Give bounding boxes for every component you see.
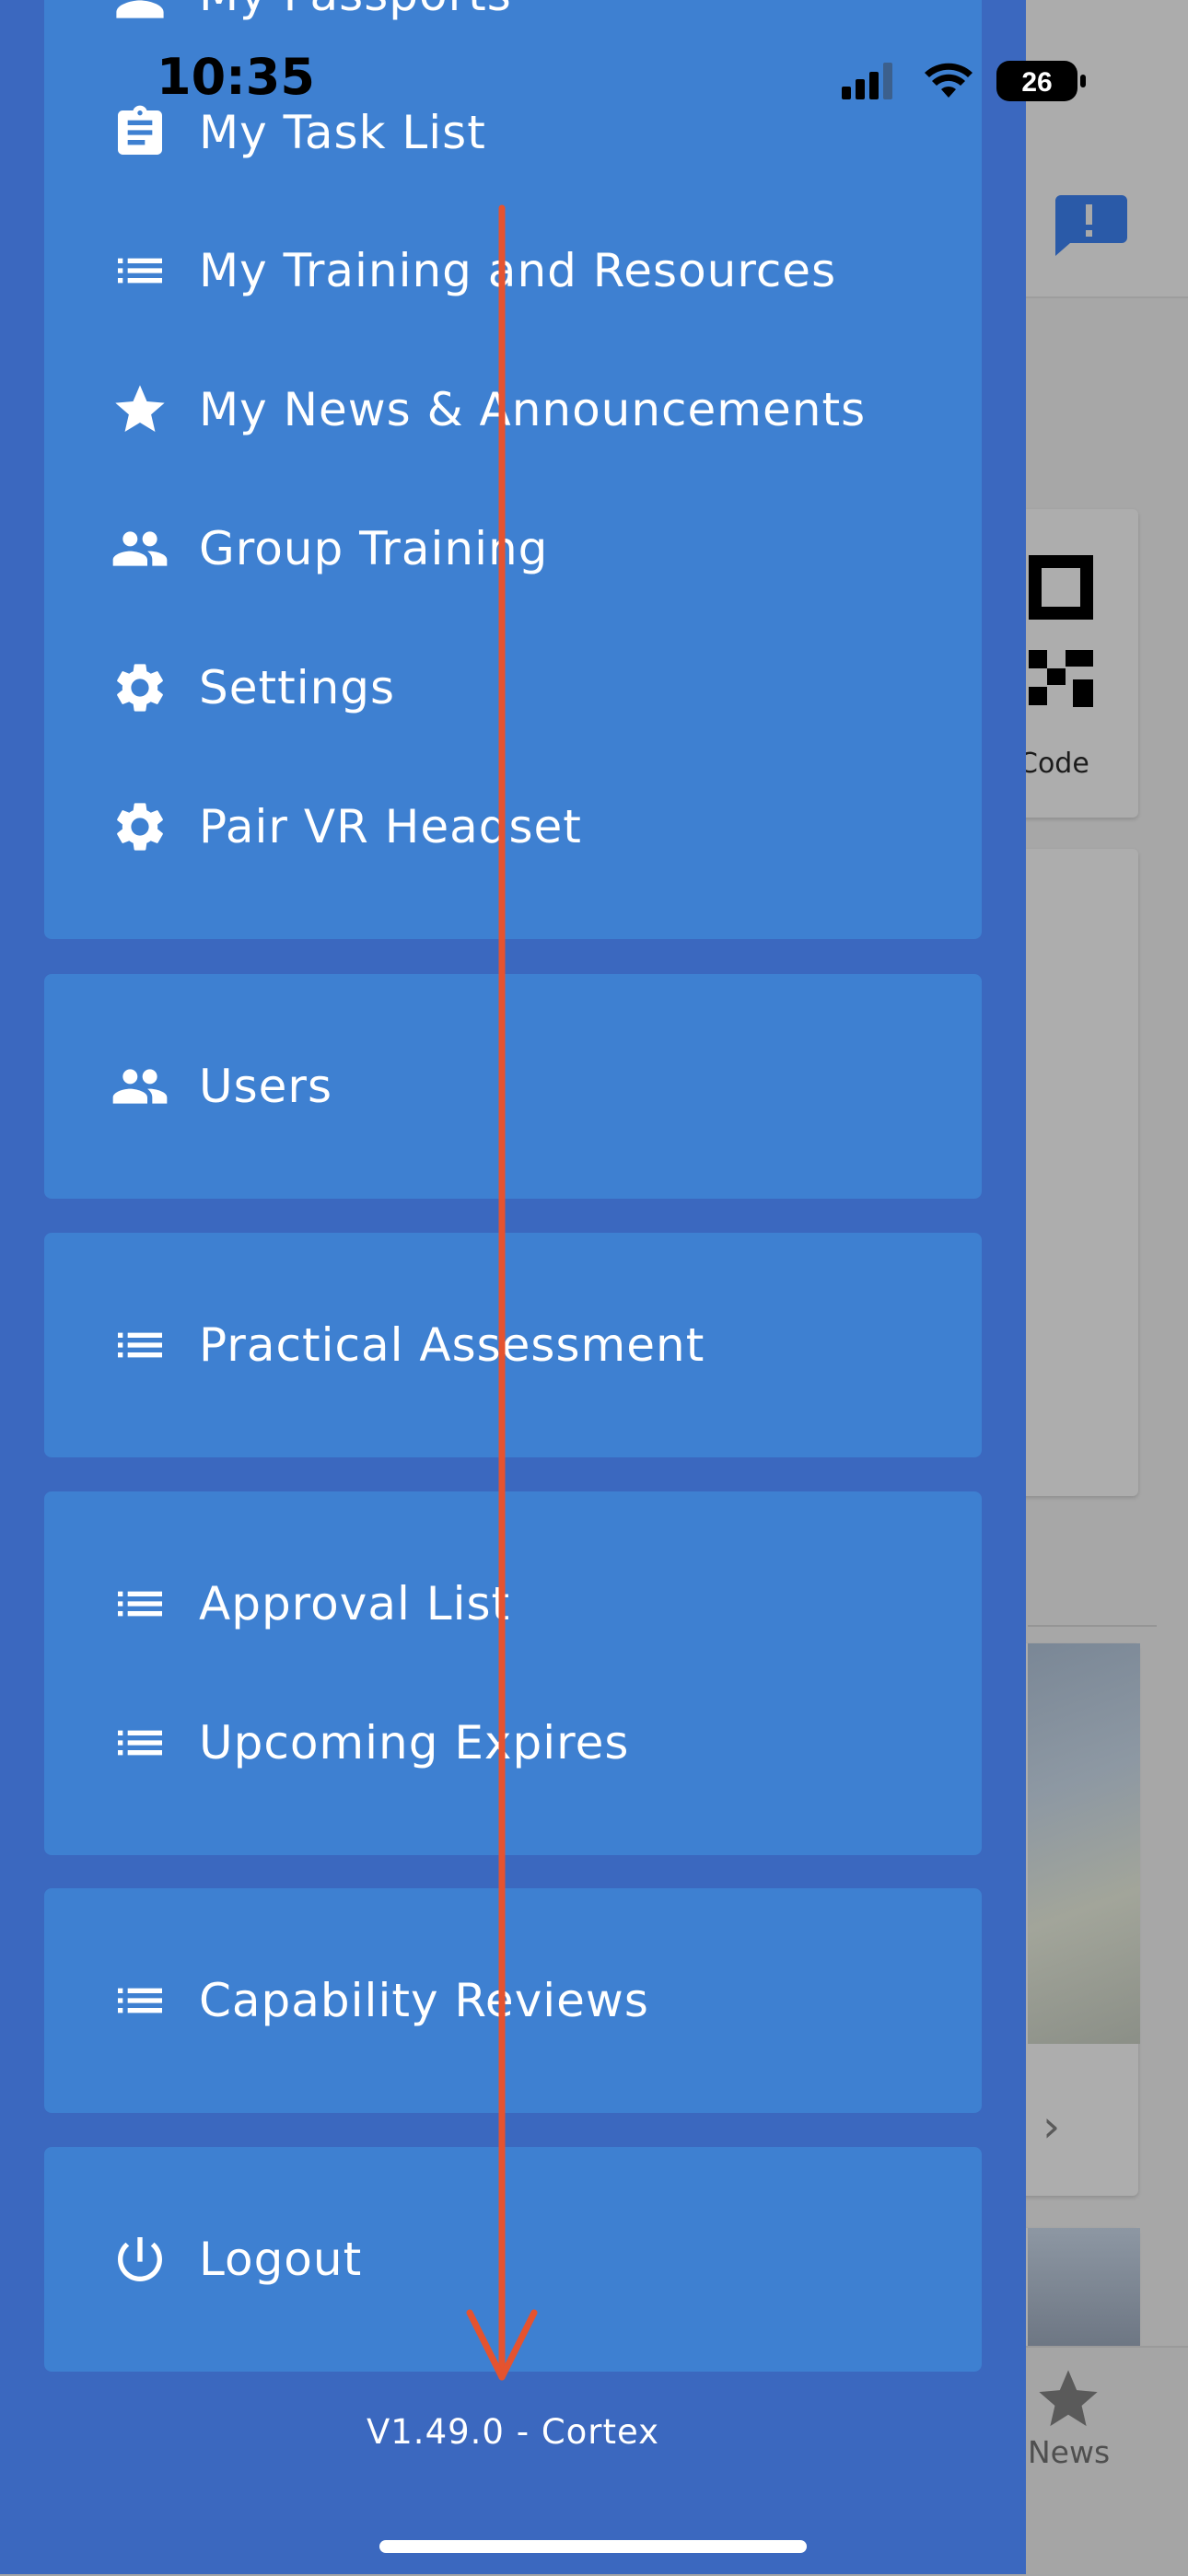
menu-item-practical-assessment[interactable]: Practical Assessment xyxy=(44,1290,982,1400)
menu-card-practical-assessment: Practical Assessment xyxy=(44,1233,982,1457)
menu-item-label: Upcoming Expires xyxy=(199,1716,630,1770)
navigation-drawer: My Passports My Task List My Training an… xyxy=(0,0,1026,2574)
menu-item-label: Capability Reviews xyxy=(199,1974,649,2027)
menu-item-label: Practical Assessment xyxy=(199,1318,705,1372)
home-indicator[interactable] xyxy=(379,2540,807,2553)
menu-item-logout[interactable]: Logout xyxy=(44,2204,982,2315)
clipboard-icon xyxy=(111,103,169,162)
menu-item-capability-reviews[interactable]: Capability Reviews xyxy=(44,1945,982,2056)
menu-item-label: Users xyxy=(199,1060,333,1113)
qr-code-icon xyxy=(1029,555,1093,707)
news-image xyxy=(1028,2228,1140,2348)
menu-item-label: Settings xyxy=(199,661,396,714)
feedback-icon[interactable] xyxy=(1050,193,1127,258)
nav-news-label[interactable]: News xyxy=(1028,2434,1110,2470)
person-icon xyxy=(111,0,169,24)
status-bar-icons: 26 xyxy=(842,61,1086,101)
chevron-right-icon[interactable]: › xyxy=(1042,2101,1060,2152)
menu-card-approvals: Approval List Upcoming Expires xyxy=(44,1491,982,1855)
menu-card-users: Users xyxy=(44,974,982,1199)
menu-item-my-news-announcements[interactable]: My News & Announcements xyxy=(44,354,982,465)
menu-item-pair-vr-headset[interactable]: Pair VR Headset xyxy=(44,772,982,882)
menu-item-upcoming-expires[interactable]: Upcoming Expires xyxy=(44,1688,982,1798)
menu-card-main: My Passports My Task List My Training an… xyxy=(44,0,982,939)
group-icon xyxy=(111,1057,169,1116)
news-image xyxy=(1028,1643,1140,2044)
list-icon xyxy=(111,1971,169,2030)
menu-item-users[interactable]: Users xyxy=(44,1031,982,1142)
menu-item-label: Logout xyxy=(199,2233,363,2286)
menu-card-logout: Logout xyxy=(44,2147,982,2372)
star-icon xyxy=(111,380,169,439)
menu-item-label: My Passports xyxy=(199,0,512,21)
menu-item-label: My Task List xyxy=(199,106,486,159)
wifi-icon xyxy=(925,63,973,98)
menu-item-label: Group Training xyxy=(199,522,549,575)
menu-item-label: Pair VR Headset xyxy=(199,800,582,853)
list-icon xyxy=(111,1574,169,1633)
power-icon xyxy=(111,2230,169,2289)
star-icon[interactable] xyxy=(1033,2364,1103,2434)
app-version: V1.49.0 - Cortex xyxy=(366,2412,660,2452)
menu-item-settings[interactable]: Settings xyxy=(44,632,982,743)
menu-item-my-passports[interactable]: My Passports xyxy=(44,0,982,50)
divider xyxy=(1028,1625,1157,1627)
gear-icon xyxy=(111,658,169,717)
group-icon xyxy=(111,519,169,578)
signal-icon xyxy=(842,63,892,99)
menu-item-label: Approval List xyxy=(199,1577,511,1630)
menu-item-label: My Training and Resources xyxy=(199,244,837,297)
gear-icon xyxy=(111,797,169,856)
list-icon xyxy=(111,1316,169,1375)
qr-code-label: Code xyxy=(1019,748,1089,780)
battery-icon: 26 xyxy=(996,61,1086,101)
list-icon xyxy=(111,1713,169,1772)
list-icon xyxy=(111,241,169,300)
menu-card-capability-reviews: Capability Reviews xyxy=(44,1888,982,2113)
battery-level: 26 xyxy=(1021,67,1052,98)
menu-item-group-training[interactable]: Group Training xyxy=(44,493,982,604)
menu-item-my-training-and-resources[interactable]: My Training and Resources xyxy=(44,215,982,326)
menu-item-label: My News & Announcements xyxy=(199,383,867,436)
status-time: 10:35 xyxy=(157,48,315,106)
menu-item-approval-list[interactable]: Approval List xyxy=(44,1549,982,1659)
